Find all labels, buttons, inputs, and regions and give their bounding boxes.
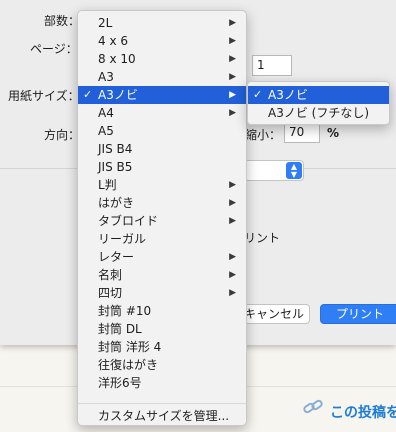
chevron-right-icon: ▶ [229,54,236,64]
orientation-label: 方向： [44,128,81,142]
submenu-item[interactable]: A3ノビ (フチなし) [248,104,389,122]
menu-item-label: 往復はがき [98,358,159,372]
menu-item[interactable]: 四切 ▶ [78,284,246,302]
menu-item-label: JIS B5 [98,160,133,174]
menu-item-label: タブロイド [98,214,159,228]
chevron-right-icon: ▶ [229,252,236,262]
menu-item[interactable]: 名刺 ▶ [78,266,246,284]
menu-item-label: 洋形6号 [98,376,142,390]
chevron-right-icon: ▶ [229,198,236,208]
print-button[interactable]: プリント [320,304,396,324]
post-link[interactable]: この投稿を [330,402,396,422]
menu-item[interactable]: 往復はがき [78,356,246,374]
chevron-right-icon: ▶ [229,90,236,100]
menu-item-label: 8 x 10 [98,52,136,66]
menu-item-label: A4 [98,106,114,120]
menu-item-label: 封筒 #10 [98,304,152,318]
submenu-item-label: A3ノビ [268,88,308,102]
chevron-right-icon: ▶ [229,18,236,28]
menu-item[interactable]: 洋形6号 [78,374,246,392]
menu-item[interactable]: 封筒 洋形 4 [78,338,246,356]
manage-custom-sizes-item[interactable]: カスタムサイズを管理... [78,407,246,425]
checkmark-icon: ✓ [83,88,93,101]
menu-item[interactable]: 4 x 6 ▶ [78,32,246,50]
menu-item[interactable]: リーガル [78,230,246,248]
menu-item-label: 名刺 [98,268,123,282]
copies-label: 部数： [44,14,81,28]
menu-item[interactable]: レター ▶ [78,248,246,266]
chevron-right-icon: ▶ [229,288,236,298]
pages-label: ページ： [30,42,78,56]
chevron-right-icon: ▶ [229,216,236,226]
menu-item[interactable]: L判 ▶ [78,176,246,194]
menu-item[interactable]: はがき ▶ [78,194,246,212]
menu-item-label: リーガル [98,232,147,246]
menu-item[interactable]: A5 [78,122,246,140]
chevron-right-icon: ▶ [229,270,236,280]
scale-unit: % [327,126,340,140]
menu-item[interactable]: A4 ▶ [78,104,246,122]
menu-item[interactable]: 8 x 10 ▶ [78,50,246,68]
menu-item-label: 封筒 DL [98,322,142,336]
link-icon[interactable] [302,398,324,416]
menu-item[interactable]: タブロイド ▶ [78,212,246,230]
menu-item-label: A3 [98,70,114,84]
menu-item[interactable]: ✓ A3ノビ ▶ [78,86,246,104]
menu-item-label: レター [98,250,135,264]
menu-item[interactable]: 2L ▶ [78,14,246,32]
pages-to-field[interactable]: 1 [252,55,292,76]
chevron-right-icon: ▶ [229,108,236,118]
menu-item-label: はがき [98,196,135,210]
checkmark-icon: ✓ [253,88,263,101]
print-option-label: リント [244,231,281,245]
scale-field[interactable]: 70 [284,122,320,143]
menu-item-label: A3ノビ [98,88,138,102]
submenu-item[interactable]: ✓ A3ノビ [248,86,389,104]
menu-item-label: A5 [98,124,114,138]
scale-label: 縮小： [245,128,282,142]
menu-item-label: 2L [98,16,113,30]
chevron-right-icon: ▶ [229,36,236,46]
paper-size-label: 用紙サイズ： [8,89,80,103]
option-popup[interactable]: ▲ ▼ [244,160,304,181]
menu-item[interactable]: A3 ▶ [78,68,246,86]
submenu-item-label: A3ノビ (フチなし) [268,106,370,120]
menu-item[interactable]: 封筒 DL [78,320,246,338]
paper-size-menu: カスタムサイズを管理... 2L ▶ 4 x 6 ▶ 8 x 10 ▶ A3 ▶ ✓ A3ノビ ▶ A… [77,10,247,426]
menu-item[interactable]: 封筒 #10 [78,302,246,320]
cancel-button[interactable]: キャンセル [238,304,310,324]
menu-item[interactable]: JIS B4 [78,140,246,158]
menu-divider [78,403,246,404]
menu-item[interactable]: JIS B5 [78,158,246,176]
menu-item-label: 四切 [98,286,123,300]
chevron-right-icon: ▶ [229,72,236,82]
menu-item-label: JIS B4 [98,142,133,156]
chevron-right-icon: ▶ [229,180,236,190]
up-down-chevron-icon: ▲ ▼ [286,162,302,179]
menu-item-label: L判 [98,178,117,192]
menu-item-label: 封筒 洋形 4 [98,340,162,354]
paper-size-submenu: ✓ A3ノビ A3ノビ (フチなし) [247,81,390,125]
menu-item-label: 4 x 6 [98,34,128,48]
